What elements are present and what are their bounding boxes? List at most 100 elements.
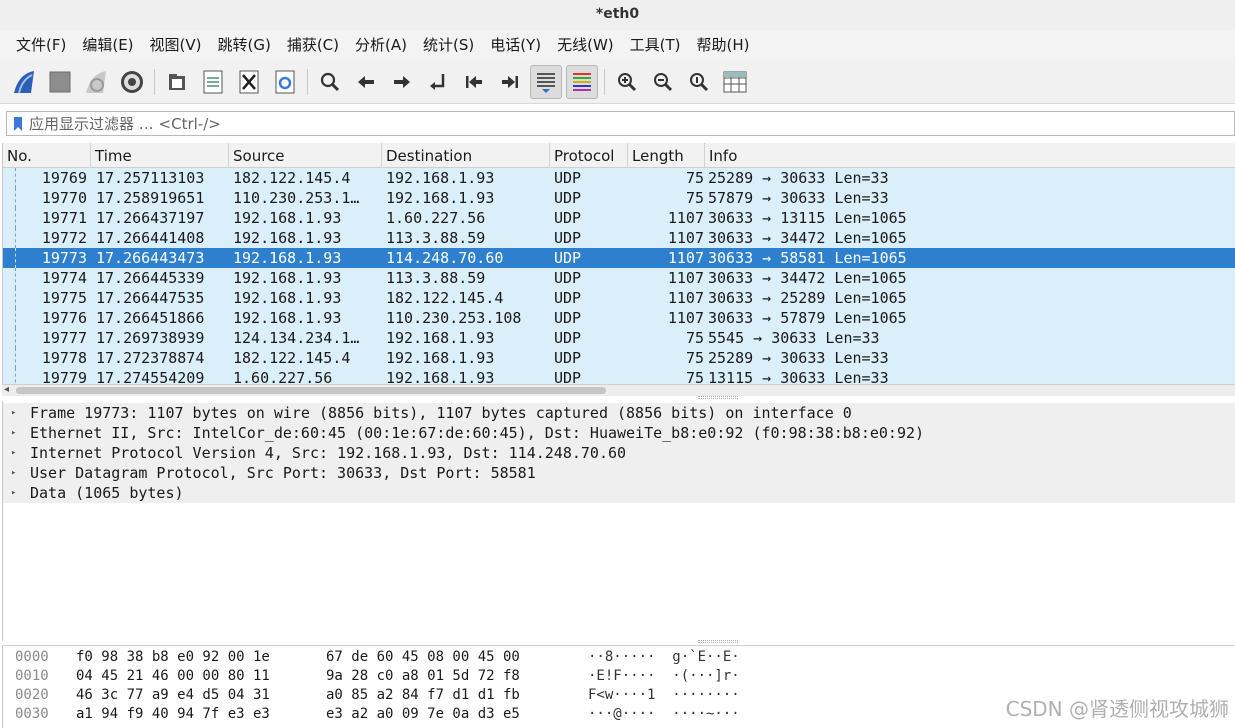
cell-time: 17.258919651 xyxy=(96,189,205,207)
open-folder-icon[interactable] xyxy=(161,65,193,99)
shark-fin-start-icon[interactable] xyxy=(8,65,40,99)
menu-statistics[interactable]: 统计(S) xyxy=(415,30,482,60)
hex-bytes: e3 a2 a0 09 7e 0a d3 e5 xyxy=(326,706,520,722)
cell-time: 17.266451866 xyxy=(96,309,205,327)
column-header-length[interactable]: Length xyxy=(628,143,705,168)
expand-arrow-icon[interactable]: ▸ xyxy=(11,483,16,503)
toolbar-separator xyxy=(154,68,155,95)
column-header-protocol[interactable]: Protocol xyxy=(550,143,628,168)
packet-row[interactable]: 19769 17.257113103 182.122.145.4 192.168.1.… xyxy=(3,168,1235,188)
packet-row[interactable]: 19776 17.266451866 192.168.1.93 110.230.253… xyxy=(3,308,1235,328)
packet-row[interactable]: 19775 17.266447535 192.168.1.93 182.122.145… xyxy=(3,288,1235,308)
packet-row[interactable]: 19778 17.272378874 182.122.145.4 192.168.1.… xyxy=(3,348,1235,368)
pane-splitter[interactable] xyxy=(698,396,738,399)
column-header-source[interactable]: Source xyxy=(229,143,382,168)
close-file-icon[interactable] xyxy=(233,65,265,99)
cell-length: 1107 xyxy=(667,249,704,267)
display-filter-input[interactable] xyxy=(29,112,1234,135)
cell-no: 19774 xyxy=(41,269,87,287)
packet-row[interactable]: 19772 17.266441408 192.168.1.93 113.3.88.59… xyxy=(3,228,1235,248)
packet-row-selected[interactable]: 19773 17.266443473 192.168.1.93 114.248.70.… xyxy=(3,248,1235,268)
menu-go[interactable]: 跳转(G) xyxy=(210,30,279,60)
cell-info: 5545 → 30633 Len=33 xyxy=(708,329,880,347)
cell-info: 30633 → 13115 Len=1065 xyxy=(708,209,907,227)
options-gear-icon[interactable] xyxy=(116,65,148,99)
hex-bytes: f0 98 38 b8 e0 92 00 1e xyxy=(76,649,270,665)
cell-length: 75 xyxy=(685,189,704,207)
cell-no: 19776 xyxy=(41,309,87,327)
detail-data[interactable]: ▸ Data (1065 bytes) xyxy=(3,483,1235,503)
scroll-left-icon[interactable]: ◂ xyxy=(4,384,9,395)
restart-fin-icon[interactable] xyxy=(80,65,112,99)
detail-frame[interactable]: ▸ Frame 19773: 1107 bytes on wire (8856 b… xyxy=(3,403,1235,423)
packet-row[interactable]: 19771 17.266437197 192.168.1.93 1.60.227.56… xyxy=(3,208,1235,228)
menu-help[interactable]: 帮助(H) xyxy=(689,30,758,60)
menu-telephony[interactable]: 电话(Y) xyxy=(482,30,549,60)
stop-square-icon[interactable] xyxy=(44,65,76,99)
autoscroll-icon[interactable] xyxy=(530,64,562,99)
resize-columns-icon[interactable] xyxy=(719,65,751,99)
zoom-in-icon[interactable] xyxy=(611,65,643,99)
detail-text: User Datagram Protocol, Src Port: 30633,… xyxy=(30,464,536,482)
column-header-no[interactable]: No. xyxy=(3,143,91,168)
cell-length: 1107 xyxy=(667,269,704,287)
first-packet-icon[interactable] xyxy=(458,65,490,99)
packet-list-scrollbar[interactable]: ◂ xyxy=(2,384,1235,396)
cell-destination: 192.168.1.93 xyxy=(386,369,495,384)
cell-time: 17.266447535 xyxy=(96,289,205,307)
last-packet-icon[interactable] xyxy=(494,65,526,99)
save-file-icon[interactable] xyxy=(197,65,229,99)
expand-arrow-icon[interactable]: ▸ xyxy=(11,463,16,483)
column-header-info[interactable]: Info xyxy=(705,143,1235,168)
cell-length: 1107 xyxy=(667,229,704,247)
cell-time: 17.266437197 xyxy=(96,209,205,227)
scrollbar-thumb[interactable] xyxy=(16,387,606,394)
menu-wireless[interactable]: 无线(W) xyxy=(549,30,622,60)
menu-analyze[interactable]: 分析(A) xyxy=(347,30,415,60)
packet-row[interactable]: 19777 17.269738939 124.134.234.1… 192.168.1… xyxy=(3,328,1235,348)
cell-time: 17.272378874 xyxy=(96,349,205,367)
colorize-icon[interactable] xyxy=(566,64,598,99)
go-to-packet-icon[interactable] xyxy=(422,65,454,99)
pane-splitter[interactable] xyxy=(698,640,738,643)
cell-protocol: UDP xyxy=(554,369,582,384)
menu-file[interactable]: 文件(F) xyxy=(8,30,74,60)
detail-ipv4[interactable]: ▸ Internet Protocol Version 4, Src: 192.1… xyxy=(3,443,1235,463)
normal-size-icon[interactable] xyxy=(683,65,715,99)
cell-no: 19778 xyxy=(41,349,87,367)
go-forward-icon[interactable] xyxy=(386,65,418,99)
cell-length: 1107 xyxy=(667,289,704,307)
menu-capture[interactable]: 捕获(C) xyxy=(279,30,347,60)
column-header-time[interactable]: Time xyxy=(91,143,229,168)
hex-offset: 0020 xyxy=(15,687,49,703)
detail-text: Ethernet II, Src: IntelCor_de:60:45 (00:… xyxy=(30,424,925,442)
cell-no: 19779 xyxy=(41,369,87,384)
column-header-destination[interactable]: Destination xyxy=(382,143,550,168)
cell-destination: 192.168.1.93 xyxy=(386,169,495,187)
cell-no: 19772 xyxy=(41,229,87,247)
expand-arrow-icon[interactable]: ▸ xyxy=(11,443,16,463)
hex-row[interactable]: 0000 f0 98 38 b8 e0 92 00 1e 67 de 60 45 0… xyxy=(3,648,1235,667)
cell-info: 30633 → 34472 Len=1065 xyxy=(708,269,907,287)
menu-edit[interactable]: 编辑(E) xyxy=(74,30,141,60)
cell-info: 30633 → 34472 Len=1065 xyxy=(708,229,907,247)
reload-icon[interactable] xyxy=(269,65,301,99)
cell-no: 19771 xyxy=(41,209,87,227)
expand-arrow-icon[interactable]: ▸ xyxy=(11,403,16,423)
packet-row[interactable]: 19774 17.266445339 192.168.1.93 113.3.88.59… xyxy=(3,268,1235,288)
hex-row[interactable]: 0010 04 45 21 46 00 00 80 11 9a 28 c0 a8 0… xyxy=(3,667,1235,686)
cell-source: 110.230.253.1… xyxy=(233,189,360,207)
find-icon[interactable] xyxy=(314,65,346,99)
cell-protocol: UDP xyxy=(554,229,582,247)
menu-view[interactable]: 视图(V) xyxy=(142,30,210,60)
bookmark-icon[interactable] xyxy=(7,112,29,135)
packet-row[interactable]: 19779 17.274554209 1.60.227.56 192.168.1.93… xyxy=(3,368,1235,384)
cell-destination: 192.168.1.93 xyxy=(386,349,495,367)
detail-udp[interactable]: ▸ User Datagram Protocol, Src Port: 30633… xyxy=(3,463,1235,483)
zoom-out-icon[interactable] xyxy=(647,65,679,99)
expand-arrow-icon[interactable]: ▸ xyxy=(11,423,16,443)
detail-ethernet[interactable]: ▸ Ethernet II, Src: IntelCor_de:60:45 (00… xyxy=(3,423,1235,443)
menu-tools[interactable]: 工具(T) xyxy=(622,30,689,60)
go-back-icon[interactable] xyxy=(350,65,382,99)
packet-row[interactable]: 19770 17.258919651 110.230.253.1… 192.168.1… xyxy=(3,188,1235,208)
